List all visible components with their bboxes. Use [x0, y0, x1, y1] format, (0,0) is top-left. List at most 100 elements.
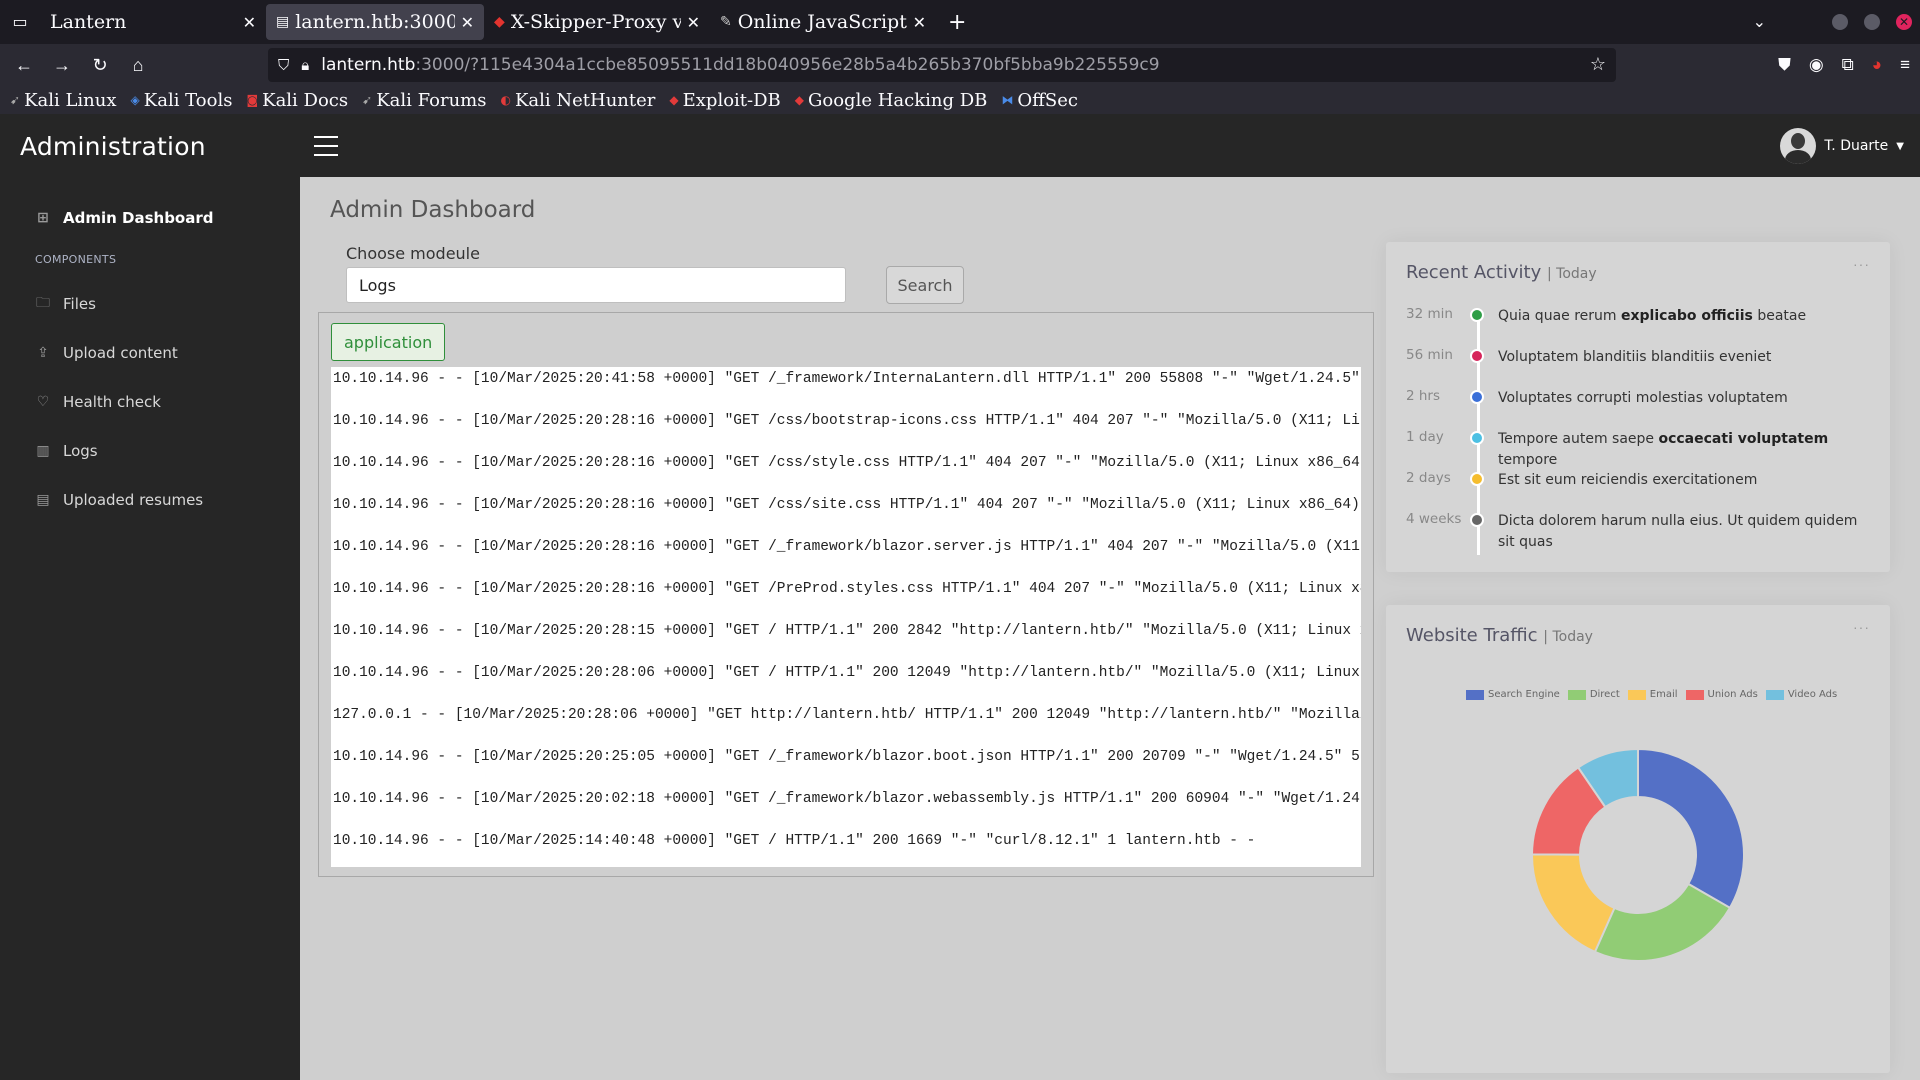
bookmark-exploit-db[interactable]: ◆ Exploit-DB [669, 90, 780, 111]
sidebar: ⊞ Admin Dashboard COMPONENTS 🗀︎ Files ⇪ … [0, 177, 300, 1080]
beautifier-icon: ✎ [720, 14, 732, 30]
close-window-button[interactable]: ✕ [1896, 14, 1912, 30]
sidebar-item-health-check[interactable]: ♡ Health check [35, 393, 161, 411]
sidebar-item-label: Health check [63, 393, 161, 411]
legend-item[interactable]: Union Ads [1685, 689, 1758, 700]
maximize-button[interactable] [1864, 14, 1880, 30]
url-bar[interactable]: ⛉ 🔒︎ lantern.htb:3000/?115e4304a1ccbe850… [268, 48, 1616, 82]
bookmark-label: Kali Linux [24, 89, 117, 111]
legend-label: Video Ads [1787, 689, 1838, 700]
bookmark-google-hacking-db[interactable]: ◆ Google Hacking DB [795, 90, 988, 111]
bookmark-label: Kali Forums [376, 89, 487, 111]
close-icon[interactable]: ✕ [687, 13, 700, 32]
account-icon[interactable]: ◉ [1809, 55, 1824, 75]
sidebar-item-logs[interactable]: ▥ Logs [35, 442, 98, 460]
legend-swatch [1567, 689, 1586, 700]
minimize-button[interactable] [1832, 14, 1848, 30]
activity-text: Quia quae rerum explicabo officiis beata… [1498, 306, 1806, 327]
tab-list-icon[interactable]: ▭ [0, 0, 40, 44]
module-input[interactable] [346, 267, 846, 303]
home-icon[interactable]: ⌂ [120, 47, 156, 83]
main-content: Admin Dashboard Choose modeule Search ap… [300, 177, 1920, 1080]
sidebar-item-files[interactable]: 🗀︎ Files [35, 295, 96, 313]
browser-nav-bar: ← → ↻ ⌂ ⛉ 🔒︎ lantern.htb:3000/?115e4304a… [0, 44, 1920, 86]
shield-icon[interactable]: ⛉ [278, 56, 289, 74]
bookmark-offsec[interactable]: ⧓ OffSec [1001, 90, 1078, 111]
activity-text-part: Tempore autem saepe [1498, 431, 1659, 447]
search-button[interactable]: Search [886, 266, 964, 304]
hamburger-menu-icon[interactable] [314, 136, 338, 156]
sidebar-item-uploaded-resumes[interactable]: ▤ Uploaded resumes [35, 491, 203, 509]
bookmark-kali-tools[interactable]: ◈ Kali Tools [131, 90, 233, 111]
back-icon[interactable]: ← [6, 47, 42, 83]
forward-icon[interactable]: → [44, 47, 80, 83]
donut-slice[interactable] [1531, 853, 1616, 954]
user-menu[interactable]: T. Duarte ▼ [1780, 128, 1904, 164]
application-button[interactable]: application [331, 323, 446, 361]
upload-icon: ⇪ [37, 345, 49, 361]
sidebar-item-dashboard[interactable]: ⊞ Admin Dashboard [35, 209, 213, 227]
sidebar-item-label: Files [63, 295, 96, 313]
activity-item: 2 hrs Voluptates corrupti molestias volup… [1406, 388, 1866, 409]
donut-slice[interactable] [1593, 882, 1732, 962]
tab-lantern[interactable]: Lantern ✕ [40, 4, 266, 40]
kali-docs-icon: ◙ [246, 93, 259, 107]
log-line: 10.10.14.96 - - [10/Mar/2025:20:28:16 +0… [333, 581, 1361, 597]
more-icon[interactable]: ··· [1853, 619, 1870, 635]
bookmark-label: Google Hacking DB [808, 89, 988, 111]
log-line: 10.10.14.96 - - [10/Mar/2025:20:25:05 +0… [333, 749, 1361, 765]
activity-item: 56 min Voluptatem blanditiis blanditiis e… [1406, 347, 1866, 368]
close-icon[interactable]: ✕ [461, 13, 474, 32]
menu-icon[interactable]: ≡ [1900, 55, 1910, 75]
bookmark-kali-forums[interactable]: ➹ Kali Forums [362, 90, 486, 111]
activity-text-part: tempore [1498, 452, 1558, 468]
chart-legend: Search Engine Direct Email Union Ads Video A… [1466, 689, 1837, 700]
activity-text-part: Voluptates corrupti molestias voluptatem [1498, 390, 1788, 406]
legend-item[interactable]: Search Engine [1466, 689, 1560, 700]
app-header: Administration T. Duarte ▼ [0, 114, 1920, 177]
close-icon[interactable]: ✕ [913, 13, 926, 32]
url-path: :3000/?115e4304a1ccbe85095511dd18b040956… [415, 55, 1160, 75]
bookmark-kali-linux[interactable]: ➹ Kali Linux [10, 90, 117, 111]
card-period: | Today [1543, 629, 1593, 645]
caret-down-icon: ▼ [1896, 140, 1904, 152]
exploit-db-icon: ◆ [669, 93, 679, 107]
donut-slice[interactable] [1637, 747, 1745, 910]
recent-activity-card: Recent Activity | Today ··· 32 min Quia q… [1386, 242, 1890, 572]
legend-item[interactable]: Email [1627, 689, 1678, 700]
offsec-icon: ⧓ [1001, 93, 1014, 107]
activity-dot [1470, 308, 1484, 322]
chevron-down-icon[interactable]: ⌄ [1753, 12, 1766, 32]
activity-text-part: Quia quae rerum [1498, 308, 1621, 324]
pocket-icon[interactable]: ⛊ [1778, 55, 1791, 75]
bookmark-label: Kali Tools [143, 89, 233, 111]
log-line: 10.10.14.96 - - [10/Mar/2025:14:40:48 +0… [333, 833, 1256, 849]
sidebar-item-label: Logs [63, 442, 98, 460]
legend-item[interactable]: Direct [1567, 689, 1620, 700]
new-tab-icon[interactable]: + [936, 10, 978, 35]
lock-icon[interactable]: 🔒︎ [301, 56, 309, 74]
tab-logs[interactable]: ▤ lantern.htb:3000/logs ✕ [266, 4, 484, 40]
bookmark-star-icon[interactable]: ☆ [1590, 54, 1606, 75]
more-icon[interactable]: ··· [1853, 256, 1870, 272]
addon-icon[interactable]: ◕ [1872, 55, 1882, 75]
sidebar-item-upload-content[interactable]: ⇪ Upload content [35, 344, 178, 362]
legend-label: Email [1649, 689, 1678, 700]
bookmark-kali-docs[interactable]: ◙ Kali Docs [246, 90, 348, 111]
brand-title[interactable]: Administration [20, 132, 206, 161]
bookmark-label: Kali NetHunter [514, 89, 656, 111]
tab-js-beautifier[interactable]: ✎ Online JavaScript beautifier ✕ [710, 4, 936, 40]
activity-time: 2 hrs [1406, 388, 1441, 404]
nethunter-icon: ◐ [500, 93, 511, 107]
card-title: Recent Activity | Today [1406, 262, 1597, 283]
reload-icon[interactable]: ↻ [82, 47, 118, 83]
legend-label: Direct [1589, 689, 1620, 700]
log-output[interactable]: 10.10.14.96 - - [10/Mar/2025:20:41:58 +0… [331, 367, 1361, 867]
legend-swatch [1685, 689, 1704, 700]
legend-item[interactable]: Video Ads [1765, 689, 1838, 700]
close-icon[interactable]: ✕ [243, 13, 256, 32]
tab-skipper-proxy[interactable]: ◆ X-Skipper-Proxy v0.1 ✕ [484, 4, 710, 40]
extensions-icon[interactable]: ⧉ [1842, 55, 1854, 75]
bookmarks-bar: ➹ Kali Linux ◈ Kali Tools ◙ Kali Docs ➹ Kali… [0, 86, 1920, 114]
bookmark-kali-nethunter[interactable]: ◐ Kali NetHunter [500, 90, 655, 111]
